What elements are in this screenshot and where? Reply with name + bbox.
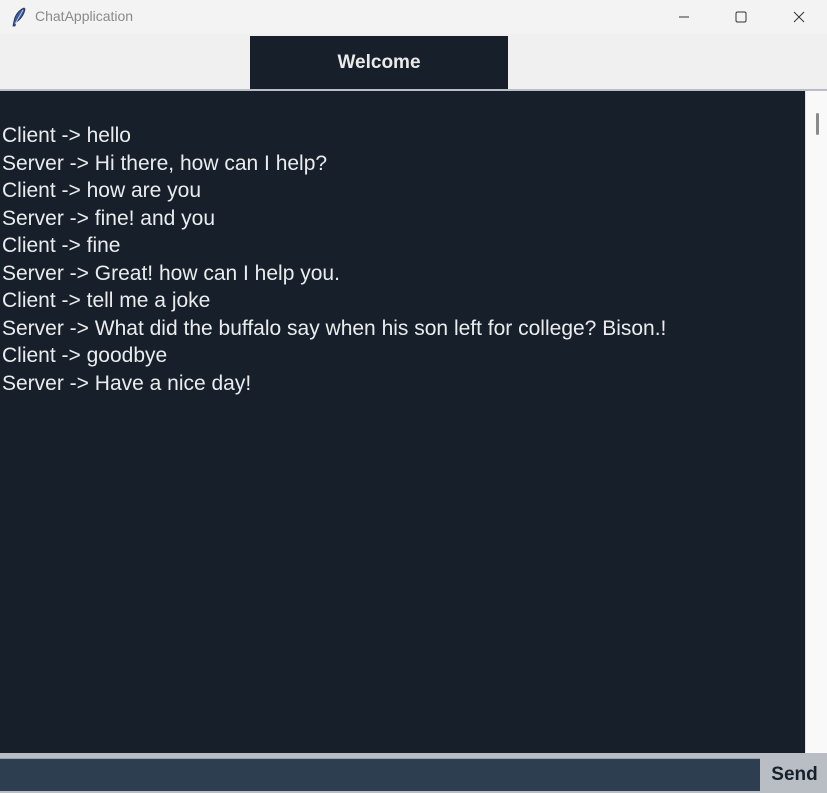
- message-input[interactable]: [0, 758, 760, 791]
- chat-log[interactable]: Client -> hello Server -> Hi there, how c…: [0, 91, 805, 753]
- chat-message: Server -> fine! and you: [2, 206, 216, 230]
- title-bar[interactable]: ChatApplication: [0, 0, 827, 34]
- send-button[interactable]: Send: [762, 757, 827, 793]
- chat-scrollbar[interactable]: [805, 91, 827, 753]
- scrollbar-thumb[interactable]: [816, 113, 819, 135]
- window-title: ChatApplication: [35, 8, 134, 24]
- chat-message: Client -> how are you: [2, 179, 202, 202]
- chat-message: Client -> fine: [2, 234, 121, 257]
- chat-message: Server -> What did the buffalo say when …: [2, 316, 667, 340]
- chat-message: Client -> goodbye: [2, 344, 168, 367]
- maximize-icon: [735, 11, 747, 23]
- chat-message: Server -> Hi there, how can I help?: [2, 151, 328, 175]
- chat-message: Server -> Have a nice day!: [2, 371, 252, 395]
- close-icon: [793, 11, 805, 23]
- message-list: Client -> hello Server -> Hi there, how c…: [2, 122, 666, 397]
- minimize-button[interactable]: [655, 0, 713, 34]
- maximize-button[interactable]: [712, 0, 770, 34]
- welcome-label: Welcome: [250, 36, 508, 90]
- feather-icon: [10, 7, 28, 27]
- chat-message: Client -> tell me a joke: [2, 289, 211, 312]
- chat-message: Client -> hello: [2, 124, 131, 147]
- chat-application-window: ChatApplication Welcome Client -> hello S…: [0, 0, 827, 793]
- close-button[interactable]: [770, 0, 827, 34]
- minimize-icon: [679, 16, 689, 18]
- chat-message: Server -> Great! how can I help you.: [2, 261, 340, 285]
